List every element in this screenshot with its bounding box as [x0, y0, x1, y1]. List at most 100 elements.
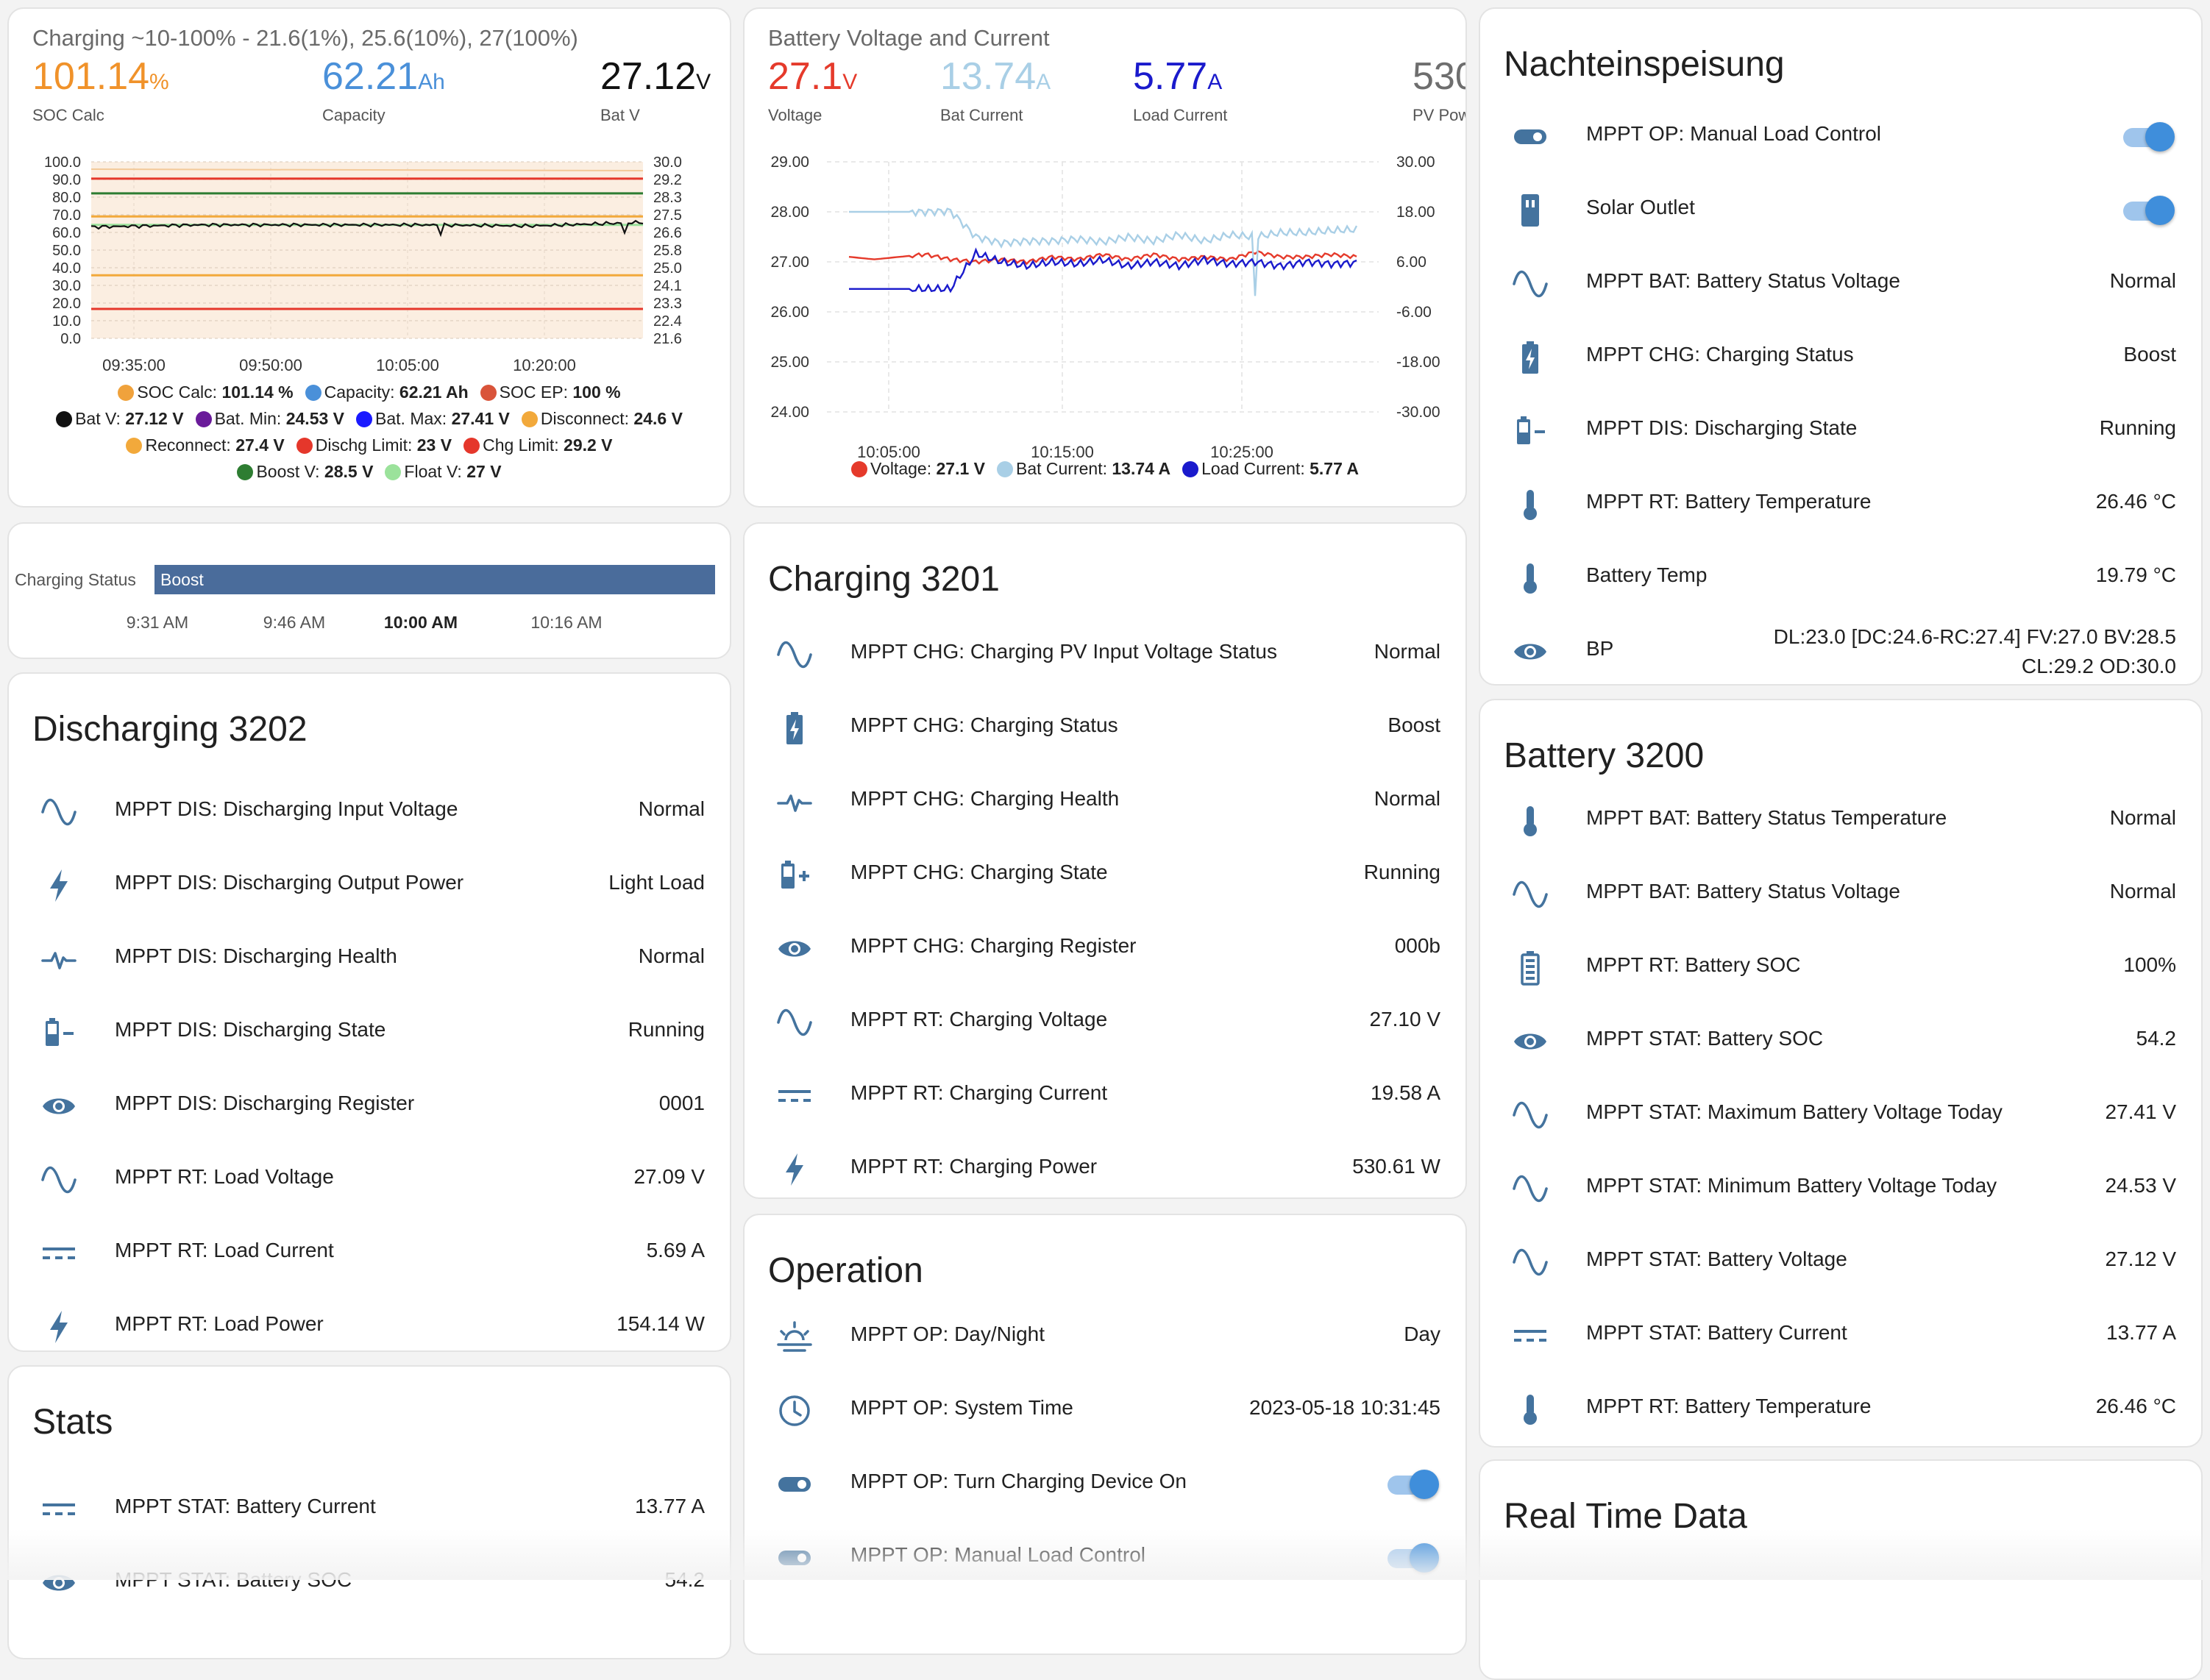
lightning-bolt-icon	[775, 1150, 814, 1189]
legend-item[interactable]: Load Current: 5.77 A	[1182, 459, 1359, 479]
legend-name: Load Current:	[1201, 459, 1310, 478]
legend-item[interactable]: SOC EP: 100 %	[480, 382, 621, 402]
entity-row[interactable]: MPPT RT: Charging Current 19.58 A	[745, 1061, 1465, 1131]
thermometer-icon	[1511, 802, 1549, 840]
legend-item[interactable]: Bat. Min: 24.53 V	[195, 409, 344, 429]
entity-row[interactable]: MPPT DIS: Discharging State Running	[1480, 396, 2201, 466]
legend-item[interactable]: Bat V: 27.12 V	[56, 409, 184, 429]
sun-horizon-icon	[775, 1318, 814, 1356]
entity-row[interactable]: MPPT CHG: Charging State Running	[745, 840, 1465, 911]
entity-row[interactable]: MPPT RT: Charging Voltage 27.10 V	[745, 987, 1465, 1058]
state-text: 19.58 A	[1371, 1081, 1440, 1104]
lightning-bolt-icon	[40, 866, 78, 905]
x-tick: 10:20:00	[513, 356, 576, 374]
legend-item[interactable]: Dischg Limit: 23 V	[296, 435, 452, 455]
legend-line: Bat V: 27.12 V Bat. Min: 24.53 V Bat. Max:…	[9, 409, 730, 429]
entity-row[interactable]: MPPT STAT: Battery Voltage 27.12 V	[1480, 1227, 2201, 1298]
entity-state: 2023-05-18 10:31:45	[1249, 1396, 1440, 1420]
legend-item[interactable]: SOC Calc: 101.14 %	[118, 382, 294, 402]
y-tick-right: -30.00	[1396, 404, 1440, 421]
legend-line: Voltage: 27.1 V Bat Current: 13.74 A Load …	[745, 459, 1465, 479]
entity-row[interactable]: MPPT CHG: Charging Status Boost	[1480, 322, 2201, 393]
eye-icon	[1511, 633, 1549, 671]
state-text: Boost	[1388, 713, 1440, 736]
legend-item[interactable]: Bat. Max: 27.41 V	[356, 409, 510, 429]
legend-item[interactable]: Capacity: 62.21 Ah	[305, 382, 469, 402]
entity-row[interactable]: MPPT STAT: Battery Current 13.77 A	[9, 1474, 730, 1545]
toggle-switch[interactable]	[2120, 196, 2175, 225]
entity-row[interactable]: MPPT RT: Load Voltage 27.09 V	[9, 1145, 730, 1215]
state-text: Normal	[2109, 880, 2176, 903]
entity-row[interactable]: MPPT DIS: Discharging Output Power Light …	[9, 850, 730, 921]
y-tick-right: 30.0	[653, 154, 682, 171]
entity-row[interactable]: MPPT RT: Load Power 154.14 W	[9, 1292, 730, 1350]
x-tick: 09:35:00	[102, 356, 166, 374]
entity-row[interactable]: MPPT STAT: Battery Current 13.77 A	[1480, 1300, 2201, 1371]
entity-name: MPPT DIS: Discharging Input Voltage	[115, 797, 458, 820]
entity-row[interactable]: MPPT CHG: Charging Status Boost	[745, 693, 1465, 764]
battery-card: Battery 3200 MPPT BAT: Battery Status Te…	[1479, 699, 2203, 1448]
entity-row[interactable]: MPPT RT: Charging Power 530.61 W	[745, 1134, 1465, 1197]
entity-row[interactable]: MPPT RT: Battery Temperature 26.46 °C	[1480, 469, 2201, 540]
legend-item[interactable]: Bat Current: 13.74 A	[996, 459, 1170, 479]
entity-row[interactable]: MPPT DIS: Discharging Health Normal	[9, 924, 730, 994]
timeline-bar-value: Boost	[160, 570, 204, 589]
legend-item[interactable]: Voltage: 27.1 V	[850, 459, 985, 479]
entity-name: MPPT CHG: Charging PV Input Voltage Stat…	[850, 640, 1278, 663]
eye-icon	[1511, 1022, 1549, 1061]
entity-row[interactable]: MPPT OP: System Time 2023-05-18 10:31:45	[745, 1375, 1465, 1446]
entity-name: MPPT CHG: Charging Register	[850, 934, 1137, 957]
y-tick-left: 60.0	[52, 225, 81, 241]
legend-name: Dischg Limit:	[315, 435, 417, 455]
entity-row[interactable]: MPPT OP: Manual Load Control	[745, 1523, 1465, 1593]
entity-row[interactable]: MPPT STAT: Minimum Battery Voltage Today…	[1480, 1153, 2201, 1224]
entity-row[interactable]: MPPT OP: Manual Load Control	[1480, 102, 2201, 172]
entity-state: Normal	[2110, 880, 2176, 903]
entity-row[interactable]: MPPT OP: Turn Charging Device On	[745, 1449, 1465, 1520]
y-tick-left: 28.00	[770, 204, 809, 221]
state-text: 154.14 W	[617, 1312, 705, 1335]
entity-row[interactable]: MPPT DIS: Discharging State Running	[9, 997, 730, 1068]
legend-name: Boost V:	[256, 462, 324, 481]
entity-row[interactable]: MPPT CHG: Charging PV Input Voltage Stat…	[745, 619, 1465, 690]
entity-row[interactable]: Battery Temp 19.79 °C	[1480, 543, 2201, 613]
eye-icon	[40, 1087, 78, 1125]
entity-row[interactable]: MPPT STAT: Battery SOC 54.2	[9, 1548, 730, 1618]
entity-row[interactable]: MPPT BAT: Battery Status Temperature Norm…	[1480, 786, 2201, 856]
state-text: 530.61 W	[1352, 1155, 1440, 1178]
entity-row[interactable]: MPPT BAT: Battery Status Voltage Normal	[1480, 859, 2201, 930]
entity-row[interactable]: MPPT RT: Battery Temperature 26.46 °C	[1480, 1374, 2201, 1445]
legend-item[interactable]: Float V: 27 V	[385, 462, 502, 482]
entity-row[interactable]: MPPT RT: Load Current 5.69 A	[9, 1218, 730, 1289]
entity-state: 530.61 W	[1352, 1155, 1440, 1178]
entity-state: Normal	[639, 944, 705, 968]
entity-row[interactable]: Solar Outlet	[1480, 175, 2201, 246]
entity-row[interactable]: MPPT BAT: Battery Status Voltage Normal	[1480, 249, 2201, 319]
entity-row[interactable]: MPPT STAT: Maximum Battery Voltage Today…	[1480, 1080, 2201, 1150]
entity-row[interactable]: MPPT DIS: Discharging Input Voltage Norma…	[9, 777, 730, 847]
entity-row[interactable]: MPPT CHG: Charging Register 000b	[745, 914, 1465, 984]
state-text: 13.77 A	[635, 1495, 705, 1517]
toggle-switch[interactable]	[1385, 1543, 1439, 1573]
timeline-tick: 9:46 AM	[263, 613, 325, 632]
card-title: Real Time Data	[1504, 1497, 1747, 1536]
legend-name: Chg Limit:	[483, 435, 564, 455]
entity-row[interactable]: MPPT OP: Day/Night Day	[745, 1302, 1465, 1373]
entity-state: Normal	[1374, 787, 1440, 811]
entity-row[interactable]: MPPT CHG: Charging Health Normal	[745, 766, 1465, 837]
legend-item[interactable]: Disconnect: 24.6 V	[521, 409, 683, 429]
legend-item[interactable]: Chg Limit: 29.2 V	[463, 435, 613, 455]
y-tick-left: 20.0	[52, 296, 81, 312]
toggle-switch[interactable]	[1385, 1470, 1439, 1499]
legend-swatch	[296, 438, 313, 454]
legend-item[interactable]: Boost V: 28.5 V	[237, 462, 373, 482]
entity-row[interactable]: MPPT DIS: Discharging Register 0001	[9, 1071, 730, 1142]
toggle-switch[interactable]	[2120, 122, 2175, 152]
entity-row[interactable]: MPPT STAT: Battery SOC 54.2	[1480, 1006, 2201, 1077]
x-tick: 09:50:00	[239, 356, 302, 374]
legend-item[interactable]: Reconnect: 27.4 V	[126, 435, 285, 455]
legend-value: 27.12 V	[125, 409, 184, 428]
entity-row[interactable]: BP DL:23.0 [DC:24.6-RC:27.4] FV:27.0 BV:2…	[1480, 616, 2201, 684]
entity-row[interactable]: MPPT RT: Battery SOC 100%	[1480, 933, 2201, 1003]
entity-state: 27.09 V	[633, 1165, 705, 1189]
